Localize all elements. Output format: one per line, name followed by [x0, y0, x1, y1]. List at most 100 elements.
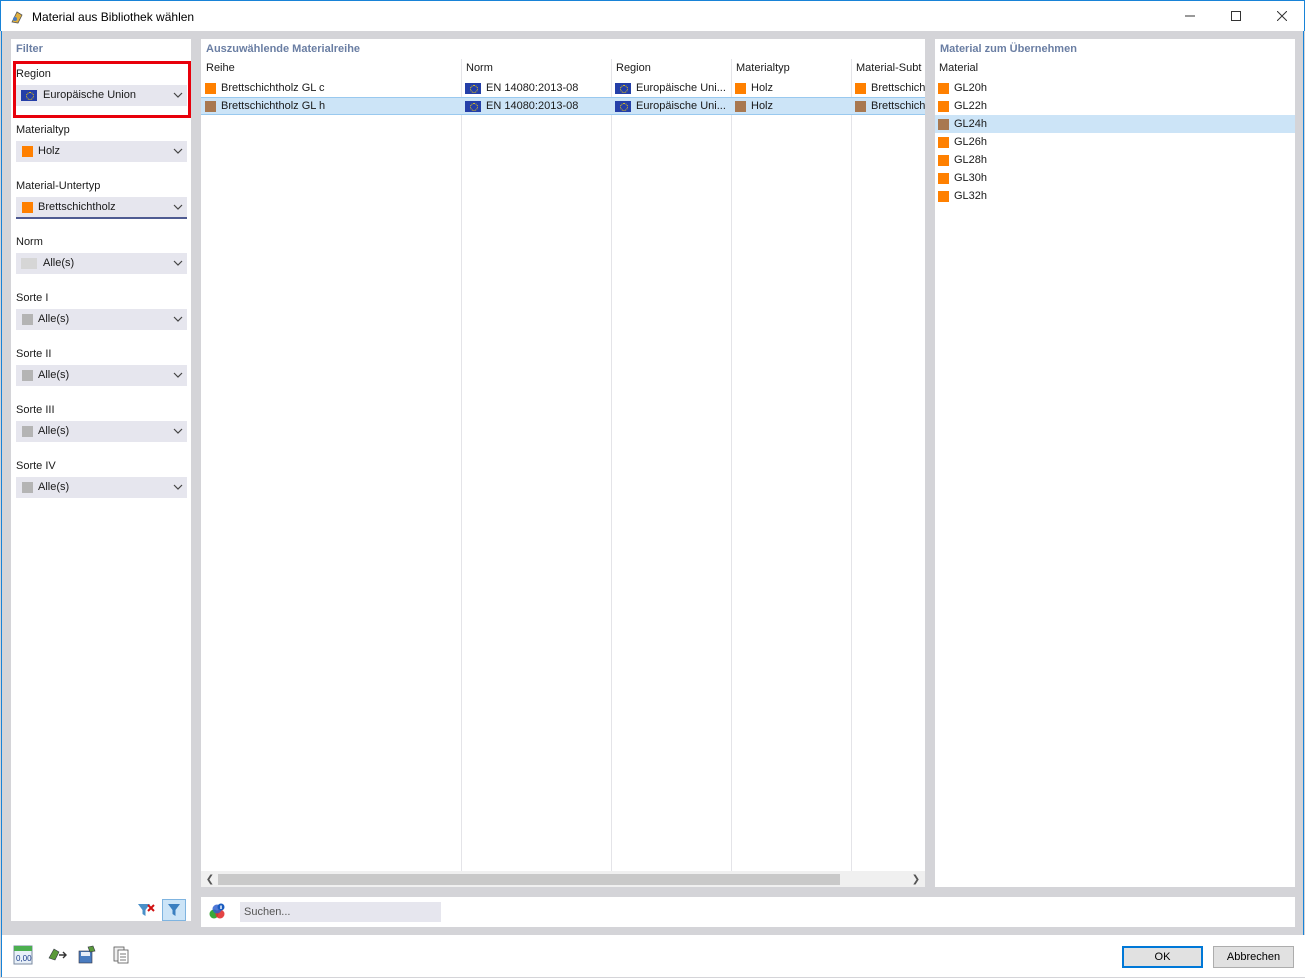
orange-swatch-icon: [938, 82, 949, 94]
filter-panel-title: Filter: [16, 43, 43, 55]
column-divider: [611, 59, 612, 871]
list-item-selected[interactable]: GL24h: [935, 115, 1295, 133]
row-subtyp-text: Brettschich: [871, 82, 925, 94]
column-header-material[interactable]: Material: [939, 62, 978, 74]
close-icon: [1277, 11, 1287, 21]
region-select[interactable]: Europäische Union: [16, 85, 187, 106]
list-item[interactable]: GL22h: [935, 97, 1295, 115]
orange-swatch-icon: [938, 190, 949, 202]
orange-swatch-icon: [938, 154, 949, 166]
sorte-4-value: Alle(s): [38, 481, 70, 493]
apply-filter-button[interactable]: [162, 899, 186, 921]
material-name: GL20h: [954, 82, 988, 94]
sorte-1-select[interactable]: Alle(s): [16, 309, 187, 330]
sorte-1-value: Alle(s): [38, 313, 70, 325]
column-header-region[interactable]: Region: [616, 62, 651, 74]
column-header-material-subtyp[interactable]: Material-Subt: [856, 62, 925, 74]
norm-select[interactable]: Alle(s): [16, 253, 187, 274]
region-label: Region: [16, 68, 51, 80]
title-bar: Material aus Bibliothek wählen: [0, 0, 1305, 31]
cell-reihe: Brettschichtholz GL c: [205, 82, 325, 94]
region-value: Europäische Union: [43, 89, 136, 101]
column-divider: [731, 59, 732, 871]
cell-region: Europäische Uni...: [615, 82, 729, 94]
scroll-left-icon[interactable]: ❮: [203, 872, 217, 886]
brown-swatch-icon: [855, 100, 866, 112]
list-item[interactable]: GL32h: [935, 187, 1295, 205]
eu-flag-icon: [21, 90, 37, 101]
gray-swatch-icon: [22, 370, 33, 381]
sorte-2-select[interactable]: Alle(s): [16, 365, 187, 386]
eu-flag-icon: [615, 100, 631, 112]
clear-filter-button[interactable]: [134, 899, 158, 921]
cell-region: Europäische Uni...: [615, 100, 729, 112]
materials-panel-title: Material zum Übernehmen: [940, 43, 1077, 55]
orange-swatch-icon: [938, 136, 949, 148]
gray-swatch-icon: [22, 314, 33, 325]
row-typ-text: Holz: [751, 100, 774, 112]
orange-swatch-icon: [938, 100, 949, 112]
chevron-down-icon: [173, 148, 183, 154]
cancel-button[interactable]: Abbrechen: [1213, 946, 1294, 968]
table-row-selected[interactable]: Brettschichtholz GL h EN 14080:2013-08 E…: [201, 97, 925, 115]
list-item[interactable]: GL30h: [935, 169, 1295, 187]
brown-swatch-icon: [735, 100, 746, 112]
column-header-norm[interactable]: Norm: [466, 62, 493, 74]
row-region-text: Europäische Uni...: [636, 82, 726, 94]
clear-filter-icon: [138, 904, 155, 916]
gray-swatch-icon: [22, 426, 33, 437]
sorte-3-value: Alle(s): [38, 425, 70, 437]
norm-value: Alle(s): [43, 257, 75, 269]
column-header-reihe[interactable]: Reihe: [206, 62, 235, 74]
color-info-icon[interactable]: [206, 901, 228, 923]
norm-label: Norm: [16, 236, 43, 248]
material-name: GL30h: [954, 172, 988, 184]
units-button[interactable]: 0,00: [11, 944, 35, 966]
horizontal-scrollbar[interactable]: ❮ ❯: [201, 871, 925, 887]
window-title: Material aus Bibliothek wählen: [32, 10, 195, 24]
scroll-right-icon[interactable]: ❯: [909, 872, 923, 886]
list-item[interactable]: GL26h: [935, 133, 1295, 151]
column-header-materialtyp[interactable]: Materialtyp: [736, 62, 790, 74]
materialtyp-select[interactable]: Holz: [16, 141, 187, 162]
save-to-library-button[interactable]: [75, 944, 99, 966]
table-row[interactable]: Brettschichtholz GL c EN 14080:2013-08 E…: [201, 79, 925, 97]
ok-button[interactable]: OK: [1122, 946, 1203, 968]
import-button[interactable]: [45, 944, 69, 966]
chevron-down-icon: [173, 428, 183, 434]
filter-panel: Filter Region Europäische Union Material…: [11, 39, 191, 921]
import-icon: [48, 948, 67, 961]
sorte-3-select[interactable]: Alle(s): [16, 421, 187, 442]
close-button[interactable]: [1259, 1, 1305, 31]
sorte-4-select[interactable]: Alle(s): [16, 477, 187, 498]
material-select-panel: Material zum Übernehmen Material GL20h G…: [935, 39, 1295, 887]
eu-flag-icon: [615, 82, 631, 94]
list-item[interactable]: GL20h: [935, 79, 1295, 97]
search-input[interactable]: [240, 902, 441, 922]
orange-swatch-icon: [938, 172, 949, 184]
minimize-button[interactable]: [1167, 1, 1213, 31]
list-item[interactable]: GL28h: [935, 151, 1295, 169]
gray-swatch-icon: [21, 258, 37, 269]
row-subtyp-text: Brettschich: [871, 100, 925, 112]
dialog-client: Filter Region Europäische Union Material…: [1, 31, 1305, 977]
series-panel-title: Auszuwählende Materialreihe: [206, 43, 361, 55]
eu-flag-icon: [465, 100, 481, 112]
library-info-button[interactable]: [109, 944, 133, 966]
row-norm-text: EN 14080:2013-08: [486, 100, 579, 112]
brown-swatch-icon: [938, 118, 949, 130]
untertyp-label: Material-Untertyp: [16, 180, 101, 192]
cell-norm: EN 14080:2013-08: [465, 82, 578, 94]
material-name: GL24h: [954, 118, 988, 130]
search-bar: [201, 897, 1295, 927]
material-name: GL32h: [954, 190, 988, 202]
save-library-icon: [78, 945, 96, 964]
cell-reihe: Brettschichtholz GL h: [205, 100, 325, 112]
untertyp-select[interactable]: Brettschichtholz: [16, 197, 187, 219]
scrollbar-thumb[interactable]: [218, 874, 840, 885]
row-region-text: Europäische Uni...: [636, 100, 726, 112]
sorte-4-label: Sorte IV: [16, 460, 56, 472]
series-table-header: Reihe Norm Region Materialtyp Material-S…: [201, 59, 925, 77]
maximize-button[interactable]: [1213, 1, 1259, 31]
column-divider: [461, 59, 462, 871]
